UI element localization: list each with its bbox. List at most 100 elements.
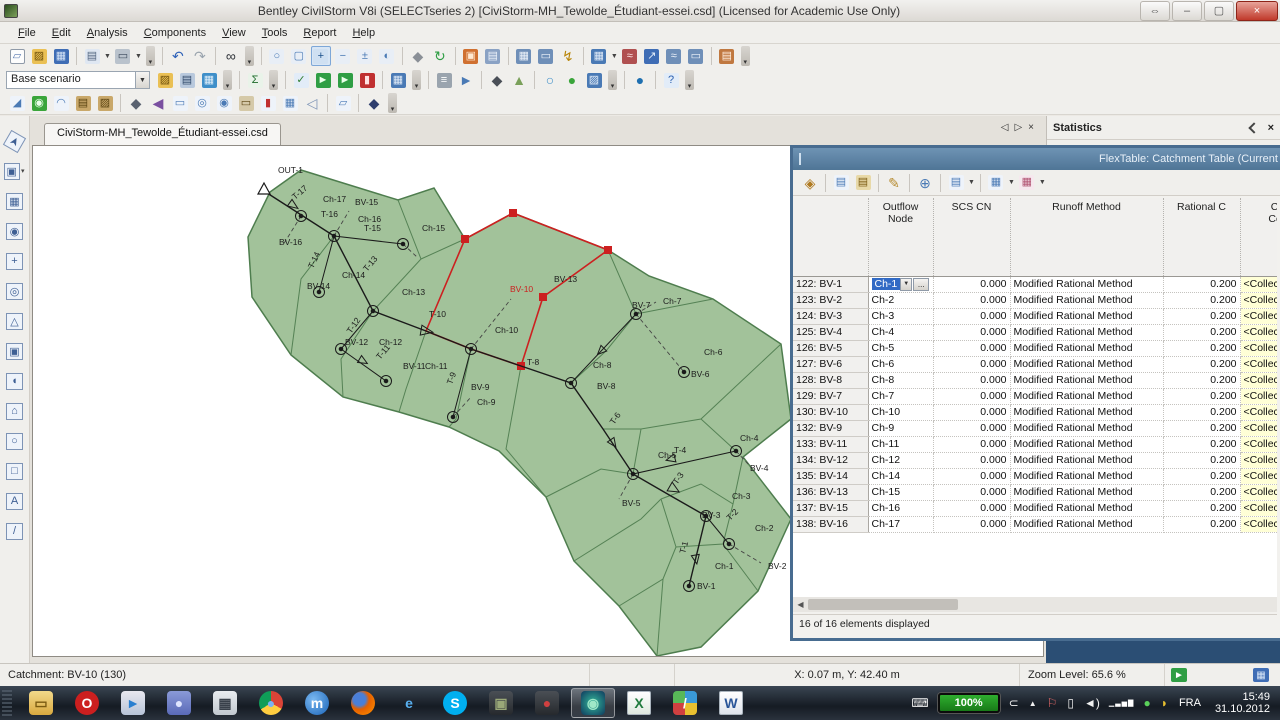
cn-collection-cell[interactable]: <Collecti bbox=[1240, 324, 1277, 341]
cn-collection-cell[interactable]: <Collecti bbox=[1240, 468, 1277, 485]
runoff-method-cell[interactable]: Modified Rational Method bbox=[1010, 436, 1164, 453]
civilstorm-icon[interactable]: ◉ bbox=[571, 688, 615, 718]
row-id-cell[interactable]: 135: BV-14 bbox=[793, 468, 869, 485]
circled-node-icon[interactable]: ◎ bbox=[4, 280, 26, 302]
cn-collection-cell[interactable]: <Collecti bbox=[1240, 276, 1277, 293]
rational-c-cell[interactable]: 0.200 bbox=[1163, 500, 1241, 517]
rational-c-cell[interactable]: 0.200 bbox=[1163, 356, 1241, 373]
lightning-select-icon[interactable]: ↯ bbox=[558, 46, 578, 66]
table-header-row[interactable]: Outflow Node SCS CN Runoff Method Rational … bbox=[793, 198, 1277, 277]
maxthon-icon[interactable]: m bbox=[295, 688, 339, 718]
cn-collection-cell[interactable]: <Collecti bbox=[1240, 356, 1277, 373]
text-tool-icon[interactable]: A bbox=[4, 490, 26, 512]
help-icon[interactable]: ? bbox=[661, 70, 681, 90]
status-save-icon[interactable]: ▦ bbox=[1253, 668, 1269, 682]
row-id-cell[interactable]: 125: BV-4 bbox=[793, 324, 869, 341]
terrain-icon[interactable]: ▲ bbox=[509, 70, 529, 90]
community-app-icon[interactable]: ● bbox=[157, 688, 201, 718]
row-id-cell[interactable]: 138: BV-16 bbox=[793, 516, 869, 533]
stop-hydrant-icon[interactable]: ▮ bbox=[357, 70, 377, 90]
find-binoculars-icon[interactable]: ∞ bbox=[221, 46, 241, 66]
web-globe-icon[interactable]: ● bbox=[562, 70, 582, 90]
battery-indicator[interactable]: 100% bbox=[937, 693, 1000, 713]
print-icon[interactable]: ▭ bbox=[113, 46, 133, 66]
toolbar-overflow-icon[interactable]: ▾ bbox=[388, 93, 397, 113]
calculation-options-icon[interactable]: ▦ bbox=[199, 70, 219, 90]
table-row[interactable]: 125: BV-4 Ch-4 0.000 Modified Rational Meth… bbox=[793, 324, 1277, 341]
zoom-previous-icon[interactable]: ◐ bbox=[377, 46, 397, 66]
battery-small-icon[interactable]: ▯ bbox=[1067, 696, 1074, 710]
media-player-icon[interactable]: ► bbox=[111, 688, 155, 718]
scs-cn-cell[interactable]: 0.000 bbox=[933, 276, 1011, 293]
rational-c-cell[interactable]: 0.200 bbox=[1163, 340, 1241, 357]
rational-c-cell[interactable]: 0.200 bbox=[1163, 404, 1241, 421]
network-signal-icon[interactable]: ▁▃▅▇ bbox=[1109, 699, 1135, 707]
redo-icon[interactable]: ↷ bbox=[190, 46, 210, 66]
table-row[interactable]: 133: BV-11 Ch-11 0.000 Modified Rational Me… bbox=[793, 436, 1277, 453]
navigator-icon[interactable]: ▭ bbox=[686, 46, 706, 66]
chrome-icon[interactable]: ● bbox=[249, 688, 293, 718]
column-header-runoff-method[interactable]: Runoff Method bbox=[1010, 198, 1164, 277]
skype-icon[interactable]: S bbox=[433, 688, 477, 718]
runoff-method-cell[interactable]: Modified Rational Method bbox=[1010, 308, 1164, 325]
toolbar-overflow-icon[interactable]: ▾ bbox=[608, 70, 617, 90]
dark-book-icon[interactable]: ◆ bbox=[364, 93, 384, 113]
menu-report[interactable]: Report bbox=[295, 25, 344, 41]
toolbar-overflow-icon[interactable]: ▾ bbox=[244, 46, 254, 66]
runoff-method-cell[interactable]: Modified Rational Method bbox=[1010, 324, 1164, 341]
explorer-icon[interactable]: ▭ bbox=[19, 688, 63, 718]
table-row[interactable]: 132: BV-9 Ch-9 0.000 Modified Rational Meth… bbox=[793, 420, 1277, 437]
row-id-cell[interactable]: 127: BV-6 bbox=[793, 356, 869, 373]
row-id-cell[interactable]: 132: BV-9 bbox=[793, 420, 869, 437]
layers-icon[interactable]: ▤ bbox=[483, 46, 503, 66]
line-tool-icon[interactable]: / bbox=[4, 520, 26, 542]
outflow-cell[interactable]: Ch-3 bbox=[868, 308, 934, 325]
opera-icon[interactable]: O bbox=[65, 688, 109, 718]
minimize-button[interactable]: – bbox=[1172, 0, 1202, 21]
refresh-icon[interactable]: ↻ bbox=[430, 46, 450, 66]
zoom-window-icon[interactable]: ○ bbox=[267, 46, 287, 66]
statistics-header[interactable]: Statistics × bbox=[1047, 116, 1280, 140]
dash-line-icon[interactable]: ▱ bbox=[333, 93, 353, 113]
rational-c-cell[interactable]: 0.200 bbox=[1163, 388, 1241, 405]
document-tab[interactable]: CiviStorm-MH_Tewolde_Étudiant-essei.csd bbox=[44, 123, 281, 145]
rational-c-cell[interactable]: 0.200 bbox=[1163, 372, 1241, 389]
flextable-window[interactable]: FlexTable: Catchment Table (Current Time… bbox=[790, 145, 1280, 641]
purple-cone-icon[interactable]: ◀ bbox=[148, 93, 168, 113]
copy-icon[interactable]: ▤ bbox=[831, 173, 851, 193]
clock[interactable]: 15:49 31.10.2012 bbox=[1215, 691, 1270, 715]
outflow-cell[interactable]: Ch-15 bbox=[868, 484, 934, 501]
zoom-extents-icon[interactable]: ▢ bbox=[289, 46, 309, 66]
catchment-table[interactable]: Outflow Node SCS CN Runoff Method Rational … bbox=[793, 198, 1277, 533]
cn-collection-cell[interactable]: <Collecti bbox=[1240, 404, 1277, 421]
title-bar[interactable]: Bentley CivilStorm V8i (SELECTseries 2) … bbox=[0, 0, 1280, 22]
slope-chart-icon[interactable]: ◢ bbox=[7, 93, 27, 113]
scs-cn-cell[interactable]: 0.000 bbox=[933, 388, 1011, 405]
menu-components[interactable]: Components bbox=[136, 25, 214, 41]
runoff-method-cell[interactable]: Modified Rational Method bbox=[1010, 388, 1164, 405]
row-id-cell[interactable]: 133: BV-11 bbox=[793, 436, 869, 453]
table-row[interactable]: 127: BV-6 Ch-6 0.000 Modified Rational Meth… bbox=[793, 356, 1277, 373]
rational-c-cell[interactable]: 0.200 bbox=[1163, 484, 1241, 501]
dropdown-caret-icon[interactable]: ▼ bbox=[1008, 179, 1015, 186]
outflow-cell[interactable]: Ch-16 bbox=[868, 500, 934, 517]
scenario-combobox[interactable]: Base scenario ▼ bbox=[6, 71, 150, 89]
column-header-outflow[interactable]: Outflow Node bbox=[868, 198, 934, 277]
scs-cn-cell[interactable]: 0.000 bbox=[933, 452, 1011, 469]
menu-help[interactable]: Help bbox=[344, 25, 383, 41]
blob-polygon-icon[interactable]: ○ bbox=[4, 430, 26, 452]
scs-cn-cell[interactable]: 0.000 bbox=[933, 372, 1011, 389]
scenario-folder-icon[interactable]: ▨ bbox=[155, 70, 175, 90]
table-row[interactable]: 135: BV-14 Ch-14 0.000 Modified Rational Me… bbox=[793, 468, 1277, 485]
row-id-cell[interactable]: 124: BV-3 bbox=[793, 308, 869, 325]
cn-collection-cell[interactable]: <Collecti bbox=[1240, 516, 1277, 533]
row-id-cell[interactable]: 129: BV-7 bbox=[793, 388, 869, 405]
diamond-icon[interactable]: ◆ bbox=[126, 93, 146, 113]
outflow-cell[interactable]: Ch-8 bbox=[868, 372, 934, 389]
outflow-node-edit-cell[interactable]: Ch-1 ▼... bbox=[868, 276, 934, 293]
column-header-rational-c[interactable]: Rational C bbox=[1163, 198, 1241, 277]
red-flag-box-icon[interactable]: ▮ bbox=[258, 93, 278, 113]
table-row[interactable]: 128: BV-8 Ch-8 0.000 Modified Rational Meth… bbox=[793, 372, 1277, 389]
rational-c-cell[interactable]: 0.200 bbox=[1163, 276, 1241, 293]
project-folder-icon[interactable]: ▨ bbox=[584, 70, 604, 90]
